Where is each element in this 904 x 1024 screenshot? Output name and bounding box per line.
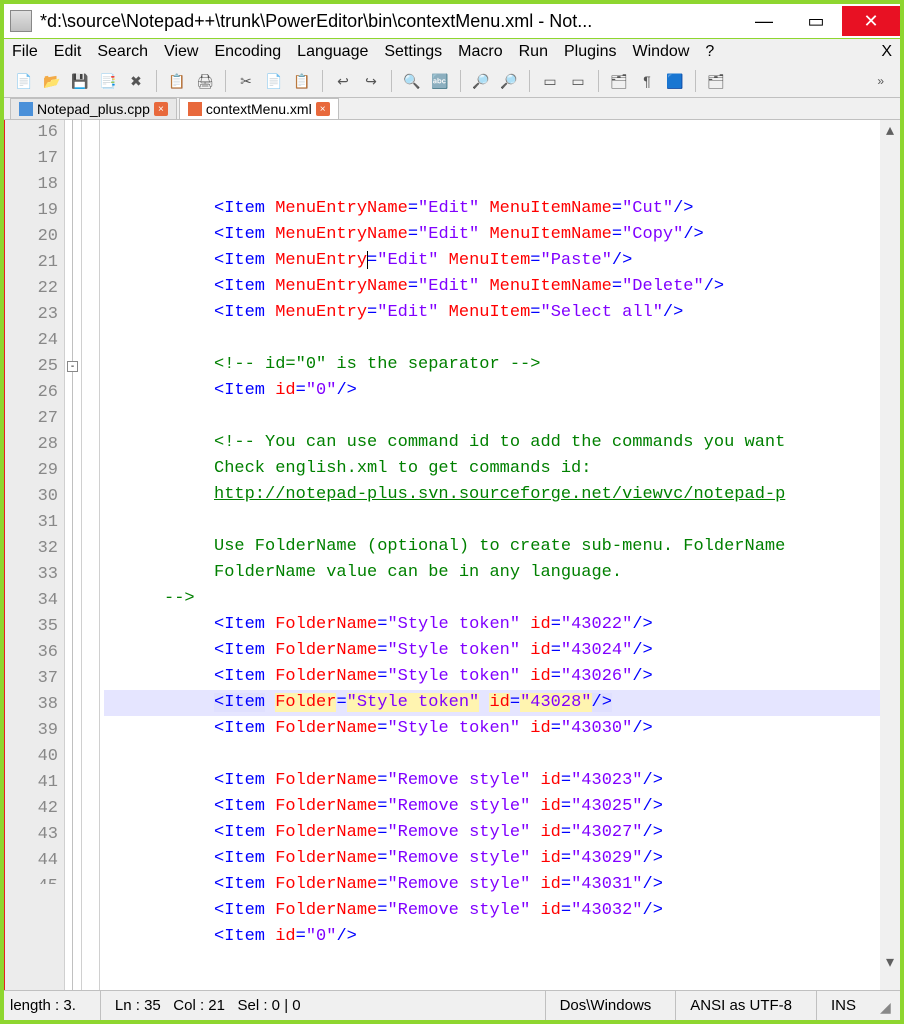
code-line-20[interactable]: <Item MenuEntry="Edit" MenuItem="Select … (104, 300, 900, 326)
menu-x[interactable]: X (881, 43, 892, 61)
code-line-22[interactable]: <!-- id="0" is the separator --> (104, 352, 900, 378)
code-line-21[interactable] (104, 326, 900, 352)
status-encoding[interactable]: ANSI as UTF-8 (675, 991, 806, 1020)
toolbar-btn-7[interactable]: ✂ (234, 69, 258, 93)
code-line-38[interactable]: <Item FolderName="Remove style" id="4302… (104, 768, 900, 794)
code-line-41[interactable]: <Item FolderName="Remove style" id="4302… (104, 846, 900, 872)
menu-settings[interactable]: Settings (384, 43, 442, 61)
code-line-29[interactable]: Use FolderName (optional) to create sub-… (104, 534, 900, 560)
fold-toggle[interactable]: - (67, 361, 78, 372)
code-line-34[interactable]: <Item FolderName="Style token" id="43026… (104, 664, 900, 690)
status-sel: Sel : 0 | 0 (238, 997, 301, 1014)
titlebar[interactable]: *d:\source\Notepad++\trunk\PowerEditor\b… (4, 4, 900, 38)
statusbar: length : 3. Ln : 35 Col : 21 Sel : 0 | 0… (4, 990, 900, 1020)
status-ins[interactable]: INS (816, 991, 870, 1020)
status-length: length : 3. (10, 991, 90, 1020)
code-line-42[interactable]: <Item FolderName="Remove style" id="4303… (104, 872, 900, 898)
toolbar-btn-6[interactable]: 🖨 (193, 69, 217, 93)
code-line-24[interactable] (104, 404, 900, 430)
code-line-45[interactable] (104, 950, 900, 960)
close-button[interactable] (842, 6, 900, 36)
code-line-40[interactable]: <Item FolderName="Remove style" id="4302… (104, 820, 900, 846)
doc-icon (19, 102, 33, 116)
scroll-up-icon[interactable]: ▴ (880, 120, 900, 140)
margin-column (82, 120, 100, 990)
toolbar-btn-2[interactable]: 💾 (68, 69, 92, 93)
toolbar: 📄📂💾📑✖📋🖨✂📄📋↩↪🔍🔤🔎🔎▭▭🗂¶🟦🗂» (4, 65, 900, 98)
tab-Notepad_plus-cpp[interactable]: Notepad_plus.cpp× (10, 98, 177, 119)
toolbar-btn-15[interactable]: 🔎 (497, 69, 521, 93)
code-line-35[interactable]: <Item Folder="Style token" id="43028"/> (104, 690, 900, 716)
toolbar-btn-10[interactable]: ↩ (331, 69, 355, 93)
code-line-18[interactable]: <Item MenuEntry="Edit" MenuItem="Paste"/… (104, 248, 900, 274)
toolbar-btn-5[interactable]: 📋 (165, 69, 189, 93)
toolbar-btn-16[interactable]: ▭ (538, 69, 562, 93)
toolbar-btn-0[interactable]: 📄 (12, 69, 36, 93)
editor[interactable]: 1617181920212223242526272829303132333435… (4, 119, 900, 990)
tab-contextMenu-xml[interactable]: contextMenu.xml× (179, 98, 339, 119)
status-col: Col : 21 (173, 997, 225, 1014)
close-tab-icon[interactable]: × (154, 102, 168, 116)
toolbar-btn-11[interactable]: ↪ (359, 69, 383, 93)
menu-language[interactable]: Language (297, 43, 368, 61)
toolbar-btn-9[interactable]: 📋 (290, 69, 314, 93)
code-line-17[interactable]: <Item MenuEntryName="Edit" MenuItemName=… (104, 222, 900, 248)
toolbar-btn-20[interactable]: 🟦 (663, 69, 687, 93)
window-title: *d:\source\Notepad++\trunk\PowerEditor\b… (40, 11, 738, 32)
status-ln: Ln : 35 (115, 997, 161, 1014)
toolbar-btn-3[interactable]: 📑 (96, 69, 120, 93)
minimize-button[interactable] (738, 6, 790, 36)
menu-file[interactable]: File (12, 43, 38, 61)
menu-edit[interactable]: Edit (54, 43, 82, 61)
toolbar-btn-17[interactable]: ▭ (566, 69, 590, 93)
toolbar-btn-8[interactable]: 📄 (262, 69, 286, 93)
code-area[interactable]: <Item MenuEntryName="Edit" MenuItemName=… (100, 120, 900, 990)
toolbar-btn-21[interactable]: 🗂 (704, 69, 728, 93)
status-eol[interactable]: Dos\Windows (545, 991, 666, 1020)
toolbar-btn-22[interactable]: » (869, 74, 892, 88)
code-line-36[interactable]: <Item FolderName="Style token" id="43030… (104, 716, 900, 742)
toolbar-btn-14[interactable]: 🔎 (469, 69, 493, 93)
menu-search[interactable]: Search (97, 43, 148, 61)
menu-window[interactable]: Window (632, 43, 689, 61)
fold-column[interactable]: - (64, 120, 82, 990)
code-line-28[interactable] (104, 508, 900, 534)
code-line-25[interactable]: <!-- You can use command id to add the c… (104, 430, 900, 456)
code-line-31[interactable]: --> (104, 586, 900, 612)
menu-macro[interactable]: Macro (458, 43, 502, 61)
menu-run[interactable]: Run (519, 43, 548, 61)
menu-plugins[interactable]: Plugins (564, 43, 616, 61)
scroll-down-icon[interactable]: ▾ (880, 952, 900, 972)
toolbar-btn-13[interactable]: 🔤 (428, 69, 452, 93)
close-tab-icon[interactable]: × (316, 102, 330, 116)
menu-view[interactable]: View (164, 43, 198, 61)
tab-bar: Notepad_plus.cpp×contextMenu.xml× (4, 98, 900, 119)
app-icon (10, 10, 32, 32)
code-line-43[interactable]: <Item FolderName="Remove style" id="4303… (104, 898, 900, 924)
code-line-23[interactable]: <Item id="0"/> (104, 378, 900, 404)
doc-icon (188, 102, 202, 116)
line-number-gutter[interactable]: 1617181920212223242526272829303132333435… (4, 120, 64, 990)
code-line-37[interactable] (104, 742, 900, 768)
toolbar-btn-19[interactable]: ¶ (635, 69, 659, 93)
maximize-button[interactable] (790, 6, 842, 36)
code-line-30[interactable]: FolderName value can be in any language. (104, 560, 900, 586)
code-line-19[interactable]: <Item MenuEntryName="Edit" MenuItemName=… (104, 274, 900, 300)
code-line-27[interactable]: http://notepad-plus.svn.sourceforge.net/… (104, 482, 900, 508)
toolbar-btn-4[interactable]: ✖ (124, 69, 148, 93)
toolbar-btn-12[interactable]: 🔍 (400, 69, 424, 93)
toolbar-btn-1[interactable]: 📂 (40, 69, 64, 93)
code-line-33[interactable]: <Item FolderName="Style token" id="43024… (104, 638, 900, 664)
vertical-scrollbar[interactable]: ▴ ▾ (880, 120, 900, 990)
code-line-39[interactable]: <Item FolderName="Remove style" id="4302… (104, 794, 900, 820)
code-line-26[interactable]: Check english.xml to get commands id: (104, 456, 900, 482)
code-line-32[interactable]: <Item FolderName="Style token" id="43022… (104, 612, 900, 638)
menu-encoding[interactable]: Encoding (214, 43, 281, 61)
toolbar-btn-18[interactable]: 🗂 (607, 69, 631, 93)
code-line-16[interactable]: <Item MenuEntryName="Edit" MenuItemName=… (104, 196, 900, 222)
menu-?[interactable]: ? (705, 43, 714, 61)
resize-grip-icon[interactable]: ◢ (880, 999, 894, 1013)
code-line-44[interactable]: <Item id="0"/> (104, 924, 900, 950)
menubar: File Edit Search View Encoding Language Settin… (4, 38, 900, 65)
